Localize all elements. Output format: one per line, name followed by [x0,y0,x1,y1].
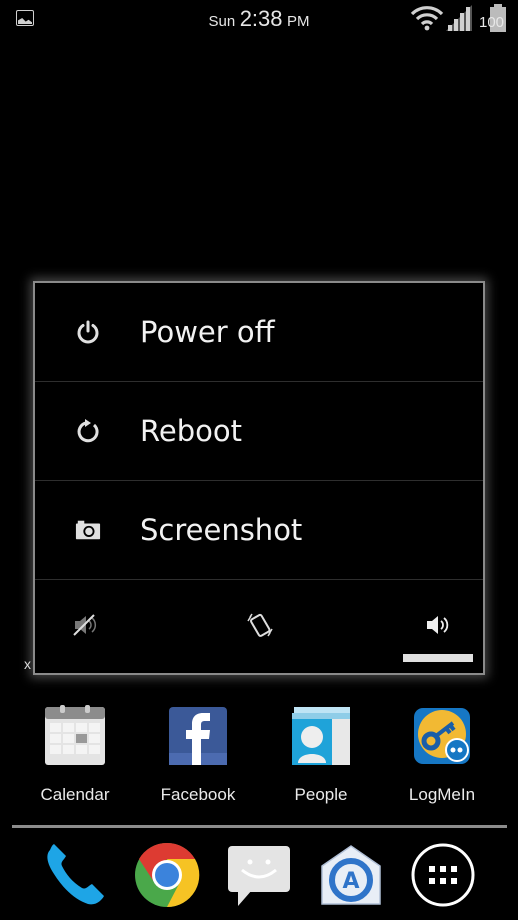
signal-icon [446,5,472,31]
menu-item-reboot[interactable]: Reboot [35,382,483,481]
menu-item-screenshot[interactable]: Screenshot [35,481,483,580]
app-facebook[interactable]: Facebook [143,705,253,805]
logmein-icon [411,705,473,767]
battery-level: 100 [479,14,505,31]
app-label: Calendar [40,785,110,804]
power-menu-dialog: Power off Reboot Screenshot [33,281,485,675]
clock-day: Sun [208,13,236,30]
dock-chrome[interactable] [134,842,200,908]
selected-mode-indicator [403,654,473,662]
mute-icon [73,614,97,636]
menu-item-label: Reboot [140,414,242,448]
vibrate-mode-button[interactable] [243,608,277,642]
app-logmein[interactable]: LogMeIn [387,705,497,805]
app-label: Facebook [160,785,236,804]
dock-app-drawer[interactable] [410,842,476,908]
home-apps-row: Calendar Facebook People LogMeIn [0,705,518,815]
email-icon: A [321,845,381,905]
dock-messaging[interactable] [226,842,292,908]
dock: A [0,838,518,918]
vibrate-icon [247,613,273,637]
app-people[interactable]: People [266,705,376,805]
sound-mode-button[interactable] [421,608,455,642]
power-icon [75,319,101,345]
overlay-x-mark: x [24,656,31,672]
menu-item-label: Power off [140,315,275,349]
camera-icon [75,517,101,543]
sound-mode-row [35,580,483,674]
clock-time: 2:38 [239,6,283,31]
calendar-icon [44,705,106,767]
messaging-icon [228,846,290,906]
svg-text:A: A [342,869,359,894]
dock-divider [12,825,507,828]
battery-icon: 100 [479,4,509,32]
facebook-icon [167,705,229,767]
app-drawer-icon [411,843,475,907]
reboot-icon [75,418,101,444]
clock-ampm: PM [286,13,310,30]
app-label: LogMeIn [408,785,476,804]
wifi-icon [410,6,444,31]
status-bar[interactable]: Sun 2:38 PM 100 [0,0,518,38]
dock-email[interactable]: A [318,842,384,908]
phone-icon [47,844,104,905]
dock-phone[interactable] [42,842,108,908]
chrome-icon [135,842,200,908]
silent-mode-button[interactable] [69,608,103,642]
menu-item-power-off[interactable]: Power off [35,283,483,382]
people-icon [290,705,352,767]
volume-icon [427,616,449,634]
app-calendar[interactable]: Calendar [20,705,130,805]
menu-item-label: Screenshot [140,513,303,547]
app-label: People [294,785,348,804]
